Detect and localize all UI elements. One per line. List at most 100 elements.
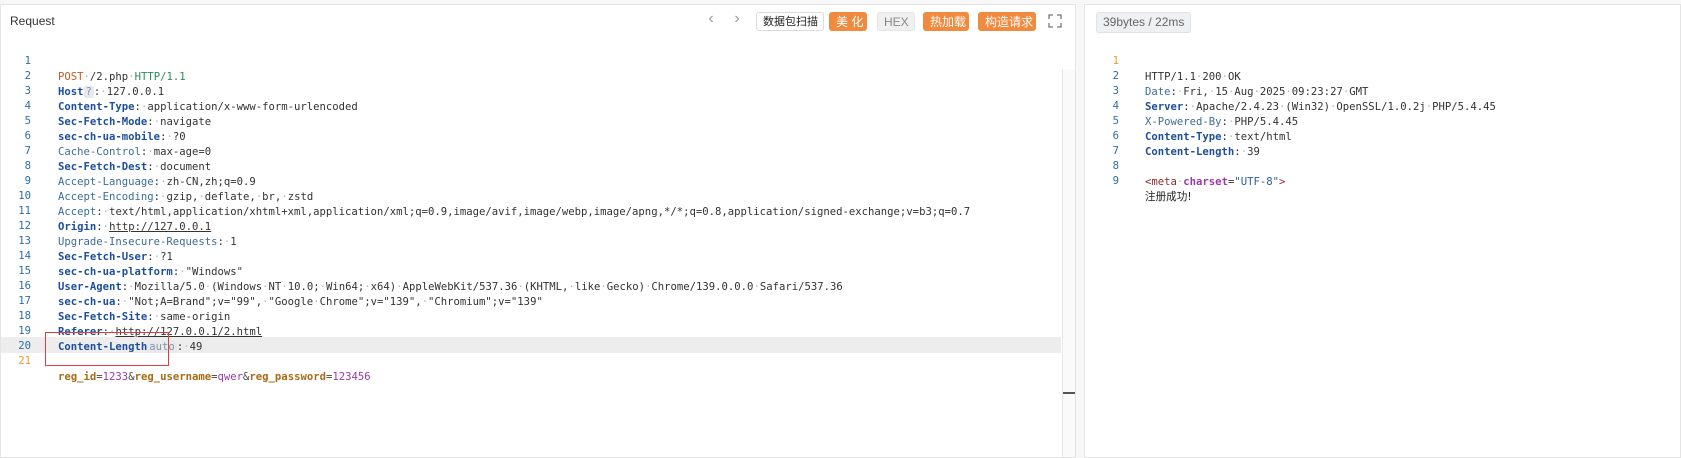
header-line: 9 Accept-Encoding:·gzip,·deflate,·br,·zs… xyxy=(24,175,314,203)
header-line: 2 Host?:·127.0.0.1 xyxy=(24,70,165,98)
header-name: Upgrade-Insecure-Requests xyxy=(58,236,218,248)
http-method: POST xyxy=(58,71,84,83)
header-line: 12 Upgrade-Insecure-Requests:·1 xyxy=(18,220,237,248)
header-value: gzip,·deflate,·br,·zstd xyxy=(166,191,314,203)
header-value: text/html,application/xhtml+xml,applicat… xyxy=(109,206,971,218)
header-value: text/html xyxy=(1234,131,1292,143)
empty-line: 20 xyxy=(18,340,31,352)
request-body: reg_id=1233&reg_username=qwer&reg_passwo… xyxy=(58,371,371,383)
response-body-text: 注册成功! xyxy=(1145,191,1192,203)
header-value: zh-CN,zh;q=0.9 xyxy=(166,176,256,188)
request-line: 1 POST·/2.php·HTTP/1.1 xyxy=(24,55,186,83)
header-name: User-Agent xyxy=(58,281,122,293)
header-line: 6 Cache-Control:·max-age=0 xyxy=(24,130,212,158)
html-meta-line: 8 <meta·charset="UTF-8"> xyxy=(1112,160,1286,188)
request-path: /2.php xyxy=(89,71,129,83)
header-name: Host xyxy=(58,86,84,98)
header-name: Server xyxy=(1145,101,1184,113)
header-value: max-age=0 xyxy=(153,146,212,158)
empty-line: 7 xyxy=(1112,145,1119,157)
request-header: Request ‹ › 数据包扫描 美 化 HEX 热加载 构造请求 xyxy=(1,5,1075,35)
request-scrollbar[interactable] xyxy=(1062,69,1075,457)
status-line: 1 HTTP/1.1·200·OK xyxy=(1112,55,1241,83)
header-value: ?0 xyxy=(172,131,186,143)
header-line: 5 Content-Type:·text/html xyxy=(1112,115,1292,143)
header-line: 10 Accept:·text/html,application/xhtml+x… xyxy=(18,190,971,218)
header-name: Origin xyxy=(58,221,97,233)
header-line: 3 Server:·Apache/2.4.23·(Win32)·OpenSSL/… xyxy=(1112,85,1496,113)
hex-button[interactable]: HEX xyxy=(877,12,915,31)
param-key: reg_id xyxy=(58,371,97,383)
origin-link[interactable]: http://127.0.0.1 xyxy=(109,221,211,233)
build-request-button[interactable]: 构造请求 xyxy=(978,12,1036,31)
host-hint-badge[interactable]: ? xyxy=(83,86,94,98)
header-line: 2 Date:·Fri,·15·Aug·2025·09:23:27·GMT xyxy=(1112,70,1369,98)
header-value: "Not;A=Brand";v="99",·"Google·Chrome";v=… xyxy=(128,296,543,308)
header-line: 7 Sec-Fetch-Dest:·document xyxy=(24,145,212,173)
beautify-button[interactable]: 美 化 xyxy=(829,12,867,31)
header-line: 16 sec-ch-ua:·"Not;A=Brand";v="99",·"Goo… xyxy=(18,280,543,308)
header-value: application/x-www-form-urlencoded xyxy=(147,101,358,113)
header-name: Content-Type xyxy=(58,101,135,113)
header-name: sec-ch-ua-mobile xyxy=(58,131,161,143)
header-value: navigate xyxy=(160,116,212,128)
html-attribute-value: "UTF-8" xyxy=(1234,176,1279,188)
chevron-left-icon[interactable]: ‹ xyxy=(705,11,717,27)
header-line: 3 Content-Type:·application/x-www-form-u… xyxy=(24,85,358,113)
html-attribute: charset xyxy=(1183,176,1228,188)
header-line: 4 Sec-Fetch-Mode:·navigate xyxy=(24,100,212,128)
expand-icon[interactable] xyxy=(1048,14,1062,28)
header-value: Fri,·15·Aug·2025·09:23:27·GMT xyxy=(1183,86,1369,98)
header-line: 11 Origin:·http://127.0.0.1 xyxy=(18,205,212,233)
packet-scan-button[interactable]: 数据包扫描 xyxy=(756,12,824,31)
request-title: Request xyxy=(10,14,55,28)
response-panel: 39bytes / 22ms 1 HTTP/1.1·200·OK 2 Date:… xyxy=(1084,4,1681,458)
chevron-right-icon[interactable]: › xyxy=(731,11,743,27)
header-value: 1 xyxy=(230,236,237,248)
header-name: Date xyxy=(1145,86,1171,98)
header-value: PHP/5.4.45 xyxy=(1234,116,1299,128)
header-name: Accept-Language xyxy=(58,176,154,188)
response-editor[interactable]: 1 HTTP/1.1·200·OK 2 Date:·Fri,·15·Aug·20… xyxy=(1085,37,1680,457)
annotation-highlight-box xyxy=(45,332,169,366)
header-line: 18 Referer:·http://127.0.0.1/2.html xyxy=(18,310,263,338)
response-stats-badge: 39bytes / 22ms xyxy=(1096,12,1192,33)
header-name: Content-Length xyxy=(1145,146,1235,158)
header-value: 39 xyxy=(1247,146,1260,158)
header-value: Mozilla/5.0·(Windows·NT·10.0;·Win64;·x64… xyxy=(134,281,843,293)
header-name: Content-Type xyxy=(1145,131,1222,143)
header-line: 17 Sec-Fetch-Site:·same-origin xyxy=(18,295,231,323)
request-panel: Request ‹ › 数据包扫描 美 化 HEX 热加载 构造请求 1 POS… xyxy=(0,4,1076,458)
header-name: Sec-Fetch-User xyxy=(58,251,148,263)
request-editor[interactable]: 1 POST·/2.php·HTTP/1.1 2 Host?:·127.0.0.… xyxy=(1,37,1075,457)
header-name: X-Powered-By xyxy=(1145,116,1222,128)
header-name: sec-ch-ua xyxy=(58,296,116,308)
status-text: HTTP/1.1·200·OK xyxy=(1145,71,1241,83)
param-value: 123456 xyxy=(332,371,371,383)
header-line: 13 Sec-Fetch-User:·?1 xyxy=(18,235,173,263)
header-line: 14 sec-ch-ua-platform:·"Windows" xyxy=(18,250,243,278)
header-value: 49 xyxy=(189,341,203,353)
header-line: 5 sec-ch-ua-mobile:·?0 xyxy=(24,115,186,143)
header-name: Cache-Control xyxy=(58,146,141,158)
header-line: 19 Content-Length auto:·49 xyxy=(18,325,203,353)
http-protocol: HTTP/1.1 xyxy=(134,71,186,83)
header-name: Sec-Fetch-Site xyxy=(58,311,148,323)
header-name: sec-ch-ua-platform xyxy=(58,266,173,278)
body-line: 21 reg_id=1233&reg_username=qwer&reg_pas… xyxy=(18,355,371,383)
header-value: "Windows" xyxy=(185,266,243,278)
header-line: 8 Accept-Language:·zh-CN,zh;q=0.9 xyxy=(24,160,256,188)
param-value: qwer xyxy=(217,371,244,383)
header-name: Accept-Encoding xyxy=(58,191,154,203)
header-value: same-origin xyxy=(160,311,231,323)
header-value: 127.0.0.1 xyxy=(106,86,165,98)
header-line: 6 Content-Length:·39 xyxy=(1112,130,1260,158)
header-name: Sec-Fetch-Dest xyxy=(58,161,148,173)
param-key: reg_username xyxy=(134,371,212,383)
header-value: Apache/2.4.23·(Win32)·OpenSSL/1.0.2j·PHP… xyxy=(1196,101,1496,113)
header-value: ?1 xyxy=(160,251,173,263)
body-text-line: 9 注册成功! xyxy=(1112,175,1192,203)
header-name: Accept xyxy=(58,206,97,218)
header-name: Sec-Fetch-Mode xyxy=(58,116,148,128)
hot-load-button[interactable]: 热加载 xyxy=(923,12,969,31)
